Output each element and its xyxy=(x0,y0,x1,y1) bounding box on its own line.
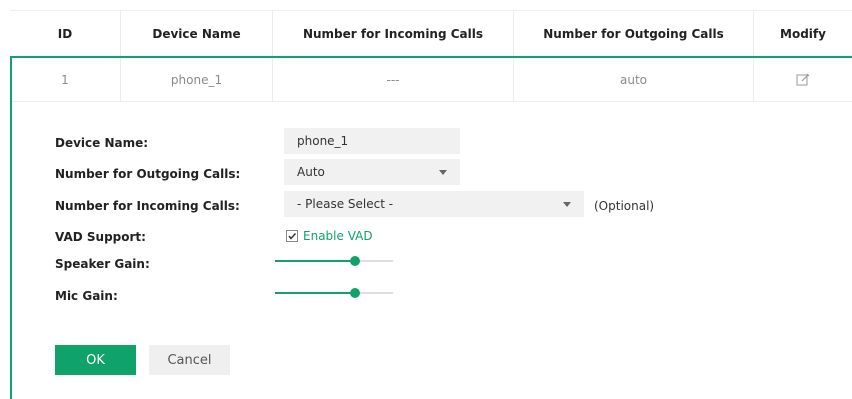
table-row[interactable]: 1 phone_1 --- auto xyxy=(10,56,852,102)
form-accent-edge xyxy=(10,56,12,399)
enable-vad-label: Enable VAD xyxy=(303,229,373,243)
table-header: ID Device Name Number for Incoming Calls… xyxy=(10,10,852,56)
cell-id: 1 xyxy=(10,58,121,101)
chevron-down-icon xyxy=(563,202,571,207)
enable-vad-checkbox[interactable]: Enable VAD xyxy=(286,229,373,243)
cell-incoming-calls: --- xyxy=(273,58,514,101)
header-id: ID xyxy=(10,11,121,56)
device-name-field[interactable]: phone_1 xyxy=(284,128,460,154)
incoming-calls-value: - Please Select - xyxy=(297,197,394,211)
ok-button[interactable]: OK xyxy=(55,345,136,375)
edit-form: Device Name: phone_1 Number for Outgoing… xyxy=(10,56,852,399)
cell-device-name: phone_1 xyxy=(121,58,273,101)
speaker-gain-label: Speaker Gain: xyxy=(55,257,150,271)
outgoing-calls-label: Number for Outgoing Calls: xyxy=(55,167,241,181)
header-incoming-calls: Number for Incoming Calls xyxy=(273,11,514,56)
outgoing-calls-value: Auto xyxy=(297,165,325,179)
chevron-down-icon xyxy=(439,170,447,175)
header-modify: Modify xyxy=(780,26,826,41)
mic-gain-slider[interactable] xyxy=(275,288,393,298)
header-device-name: Device Name xyxy=(121,11,273,56)
speaker-gain-slider[interactable] xyxy=(275,256,393,266)
mic-gain-label: Mic Gain: xyxy=(55,289,118,303)
slider-handle[interactable] xyxy=(350,256,361,266)
outgoing-calls-select[interactable]: Auto xyxy=(284,159,460,185)
device-page: ID Device Name Number for Incoming Calls… xyxy=(0,0,852,399)
device-name-label: Device Name: xyxy=(55,136,149,150)
cell-outgoing-calls: auto xyxy=(514,58,754,101)
incoming-calls-select[interactable]: - Please Select - xyxy=(284,191,584,217)
checkbox-checked-icon[interactable] xyxy=(286,230,298,242)
edit-icon[interactable] xyxy=(796,73,810,87)
vad-support-label: VAD Support: xyxy=(55,230,146,244)
header-outgoing-calls: Number for Outgoing Calls xyxy=(514,11,754,56)
slider-fill xyxy=(275,260,356,262)
incoming-optional-note: (Optional) xyxy=(594,199,655,213)
slider-fill xyxy=(275,292,356,294)
device-table: ID Device Name Number for Incoming Calls… xyxy=(10,10,852,102)
cancel-button[interactable]: Cancel xyxy=(149,345,230,375)
cell-modify xyxy=(754,58,852,101)
slider-handle[interactable] xyxy=(350,288,361,298)
incoming-calls-label: Number for Incoming Calls: xyxy=(55,199,240,213)
device-name-value: phone_1 xyxy=(297,134,349,148)
